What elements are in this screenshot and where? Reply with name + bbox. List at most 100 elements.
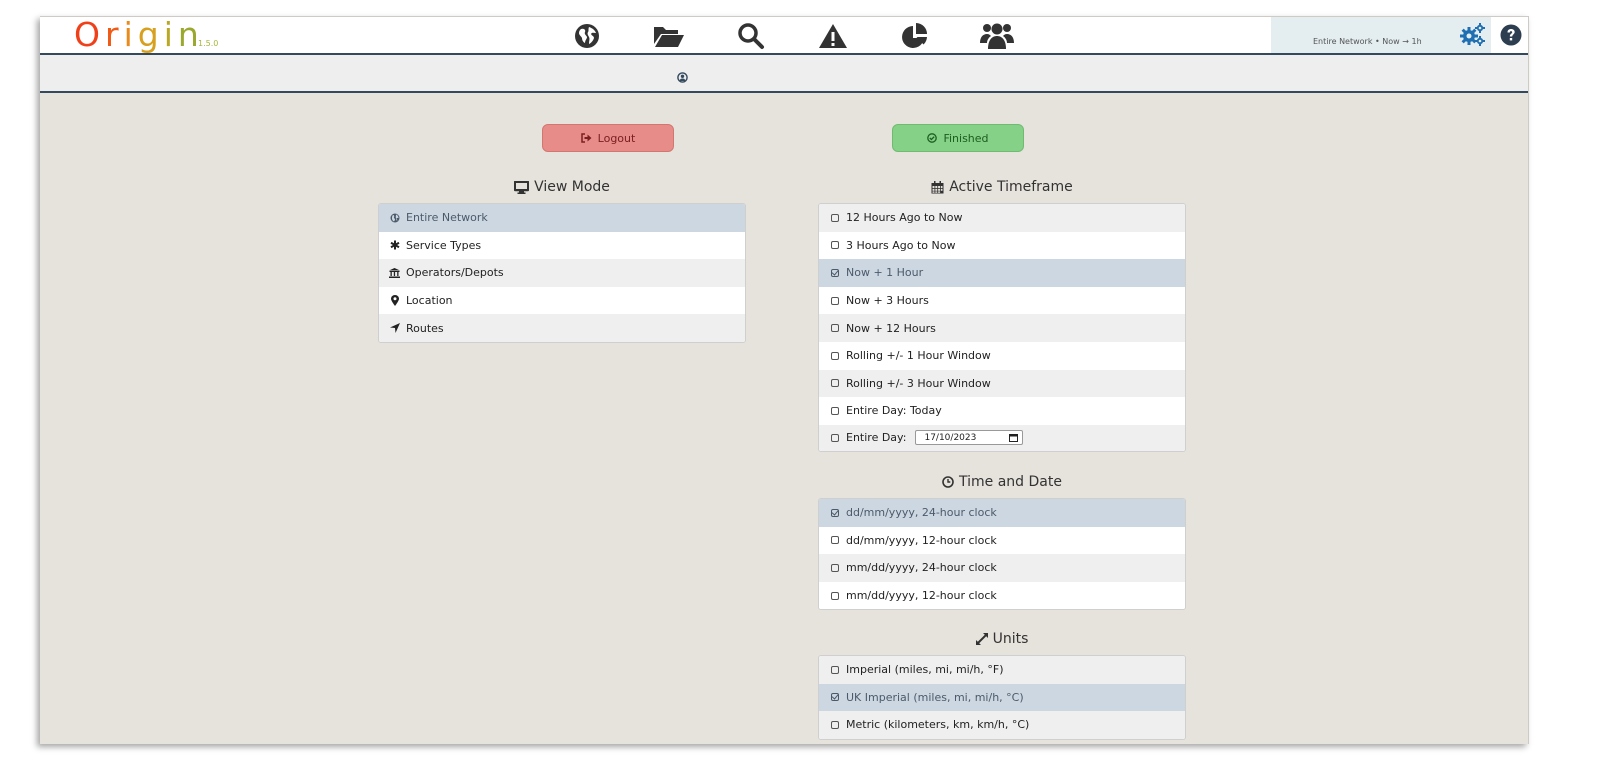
logo-letter: r (104, 16, 124, 54)
nav-alerts-button[interactable] (792, 21, 874, 51)
timeframe-option[interactable]: Now + 3 Hours (819, 286, 1185, 315)
checkbox-checked-icon[interactable] (831, 268, 839, 277)
view-mode-routes[interactable]: Routes (379, 314, 745, 342)
units-label: Metric (kilometers, km, km/h, °C) (846, 718, 1030, 732)
nav-users-button[interactable] (956, 21, 1038, 51)
checkbox-unchecked-icon[interactable] (831, 379, 839, 388)
logo-letter: i (123, 16, 138, 54)
folder-open-icon (654, 27, 684, 47)
units-option[interactable]: Metric (kilometers, km, km/h, °C) (819, 711, 1185, 739)
timeframe-option[interactable]: Rolling +/- 3 Hour Window (819, 369, 1185, 398)
view-mode-list: Entire Network Service Types Operators/D… (378, 203, 746, 343)
search-icon (738, 23, 764, 49)
checkbox-unchecked-icon[interactable] (831, 720, 839, 729)
logo-letter: i (163, 16, 178, 54)
timeframe-option[interactable]: Rolling +/- 1 Hour Window (819, 341, 1185, 370)
view-mode-label: Routes (406, 321, 444, 335)
time-date-list: dd/mm/yyyy, 24-hour clock dd/mm/yyyy, 12… (818, 498, 1186, 611)
time-date-heading: Time and Date (818, 474, 1186, 490)
pie-chart-icon (902, 23, 927, 48)
current-settings-summary[interactable]: Entire Network • Now → 1h (1271, 17, 1491, 53)
view-mode-title: View Mode (534, 179, 610, 195)
settings-button[interactable] (1460, 23, 1486, 51)
checkbox-unchecked-icon[interactable] (831, 241, 839, 250)
logo-letter: g (137, 16, 164, 54)
timeframe-label: 12 Hours Ago to Now (846, 211, 963, 225)
sign-out-icon (580, 133, 592, 143)
expand-icon (975, 633, 988, 645)
checkbox-unchecked-icon[interactable] (831, 665, 839, 674)
view-mode-label: Service Types (406, 238, 482, 252)
finished-button[interactable]: Finished (892, 124, 1024, 152)
timeframe-option[interactable]: 12 Hours Ago to Now (819, 204, 1185, 232)
timeframe-list: 12 Hours Ago to Now 3 Hours Ago to Now N… (818, 203, 1186, 452)
timeframe-option-entire-day-date[interactable]: Entire Day: 17/10/2023 (819, 424, 1185, 451)
globe-icon (389, 212, 400, 223)
nav-stats-button[interactable] (874, 21, 956, 51)
app-logo[interactable]: Origin (74, 17, 204, 53)
checkbox-checked-icon[interactable] (831, 508, 839, 517)
time-date-option[interactable]: mm/dd/yyyy, 12-hour clock (819, 581, 1185, 610)
timeframe-option[interactable]: 3 Hours Ago to Now (819, 231, 1185, 260)
checkbox-unchecked-icon[interactable] (831, 324, 839, 333)
warning-icon (819, 24, 847, 48)
time-date-option[interactable]: dd/mm/yyyy, 12-hour clock (819, 526, 1185, 555)
nav-search-button[interactable] (710, 21, 792, 51)
checkbox-unchecked-icon[interactable] (831, 591, 839, 600)
timeframe-label: Entire Day: (846, 431, 907, 445)
timeframe-label: Now + 3 Hours (846, 294, 929, 308)
timeframe-option[interactable]: Entire Day: Today (819, 397, 1185, 425)
view-mode-location[interactable]: Location (379, 286, 745, 315)
timeframe-label: Entire Day: Today (846, 404, 942, 418)
timeframe-label: Rolling +/- 1 Hour Window (846, 349, 991, 363)
nav-folder-button[interactable] (628, 21, 710, 51)
timeframe-label: Now + 12 Hours (846, 321, 936, 335)
units-label: Imperial (miles, mi, mi/h, °F) (846, 663, 1004, 677)
view-mode-operators-depots[interactable]: Operators/Depots (379, 259, 745, 287)
app-version: 1.5.0 (198, 39, 219, 48)
units-title: Units (992, 631, 1029, 647)
checkbox-unchecked-icon[interactable] (831, 433, 839, 442)
timeframe-option[interactable]: Now + 1 Hour (819, 259, 1185, 287)
units-heading: Units (818, 631, 1186, 647)
checkbox-unchecked-icon[interactable] (831, 536, 839, 545)
help-button[interactable] (1500, 24, 1522, 50)
finished-label: Finished (943, 131, 989, 145)
user-account-button[interactable] (677, 68, 688, 87)
asterisk-icon (389, 240, 400, 251)
time-date-label: mm/dd/yyyy, 12-hour clock (846, 589, 997, 603)
checkbox-checked-icon[interactable] (831, 693, 839, 702)
nav-globe-button[interactable] (546, 21, 628, 51)
clock-icon (942, 476, 954, 488)
check-circle-icon (927, 133, 938, 143)
timeframe-label: Rolling +/- 3 Hour Window (846, 376, 991, 390)
app-window: Origin 1.5.0 Entire Network • Now → 1h L… (40, 16, 1529, 744)
view-mode-entire-network[interactable]: Entire Network (379, 204, 745, 232)
timeframe-option[interactable]: Now + 12 Hours (819, 314, 1185, 342)
units-option[interactable]: Imperial (miles, mi, mi/h, °F) (819, 656, 1185, 684)
time-date-option[interactable]: dd/mm/yyyy, 24-hour clock (819, 499, 1185, 527)
checkbox-unchecked-icon[interactable] (831, 406, 839, 415)
checkbox-unchecked-icon[interactable] (831, 213, 839, 222)
date-input[interactable]: 17/10/2023 (915, 430, 1024, 446)
calendar-picker-icon[interactable] (1009, 433, 1019, 442)
time-date-option[interactable]: mm/dd/yyyy, 24-hour clock (819, 554, 1185, 582)
units-option[interactable]: UK Imperial (miles, mi, mi/h, °C) (819, 683, 1185, 712)
timeframe-label: Now + 1 Hour (846, 266, 924, 280)
view-mode-service-types[interactable]: Service Types (379, 231, 745, 260)
logout-button[interactable]: Logout (542, 124, 674, 152)
checkbox-unchecked-icon[interactable] (831, 296, 839, 305)
globe-icon (575, 24, 599, 48)
checkbox-unchecked-icon[interactable] (831, 563, 839, 572)
time-date-label: dd/mm/yyyy, 24-hour clock (846, 506, 997, 520)
desktop-icon (514, 180, 530, 194)
map-marker-icon (389, 295, 400, 307)
date-input-value: 17/10/2023 (924, 432, 977, 443)
calendar-icon (931, 180, 944, 193)
bank-icon (389, 267, 400, 278)
main-nav (546, 21, 1038, 51)
units-label: UK Imperial (miles, mi, mi/h, °C) (846, 690, 1024, 704)
time-date-title: Time and Date (959, 474, 1062, 490)
checkbox-unchecked-icon[interactable] (831, 351, 839, 360)
active-timeframe-heading: Active Timeframe (818, 179, 1186, 195)
